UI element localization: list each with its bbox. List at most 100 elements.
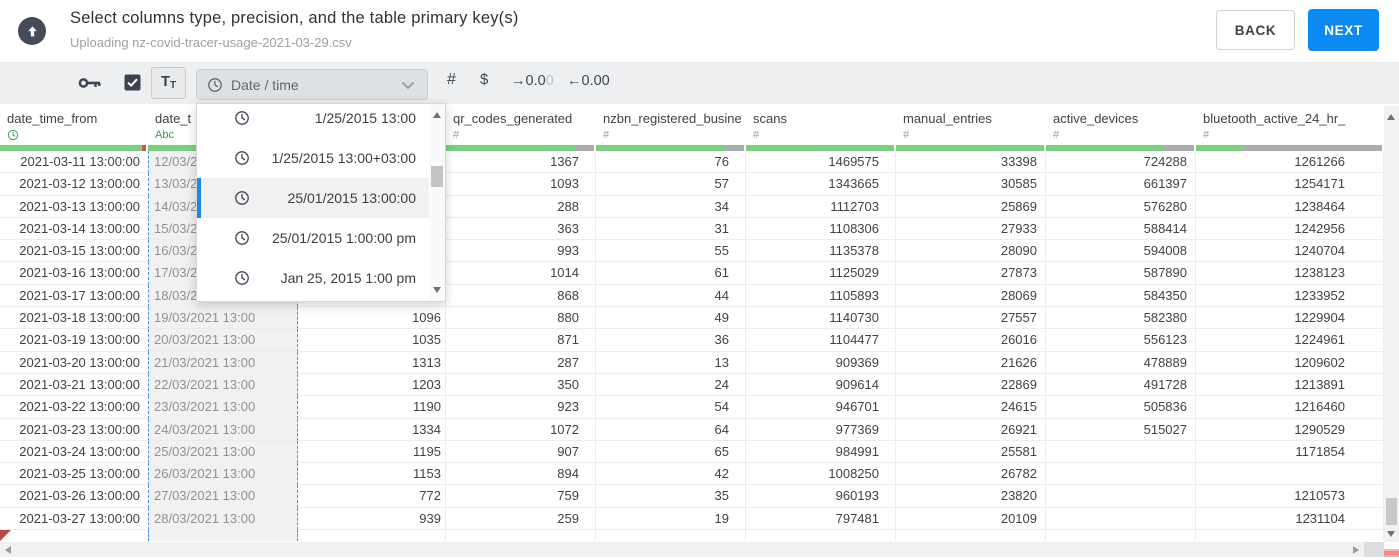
- cell[interactable]: 27557: [896, 307, 1046, 330]
- cell[interactable]: [0, 530, 148, 542]
- column-header-scans[interactable]: scans #: [746, 104, 896, 151]
- cell[interactable]: 36: [596, 329, 746, 352]
- cell[interactable]: 1224961: [1196, 329, 1384, 352]
- vertical-scrollbar[interactable]: [1384, 106, 1399, 542]
- cell[interactable]: 26/03/2021 13:00: [148, 463, 298, 486]
- type-dropdown[interactable]: Date / time: [196, 69, 428, 100]
- format-option[interactable]: Jan 25, 2015 1:00 pm: [197, 258, 429, 298]
- cell[interactable]: 661397: [1046, 173, 1196, 196]
- cell[interactable]: 22869: [896, 373, 1046, 397]
- cell[interactable]: 287: [446, 351, 596, 374]
- cell[interactable]: 2021-03-18 13:00:00: [0, 307, 148, 330]
- cell[interactable]: 21626: [896, 351, 1046, 374]
- cell[interactable]: 23820: [896, 485, 1046, 508]
- scroll-right-icon[interactable]: [1353, 546, 1359, 554]
- cell[interactable]: 1233952: [1196, 284, 1384, 308]
- cell[interactable]: 880: [446, 307, 596, 330]
- cell[interactable]: 984991: [746, 440, 896, 464]
- cell[interactable]: 2021-03-15 13:00:00: [0, 240, 148, 263]
- cell[interactable]: 1469575: [746, 151, 896, 174]
- cell[interactable]: 31: [596, 217, 746, 241]
- cell[interactable]: 1035: [298, 329, 446, 352]
- cell[interactable]: 587890: [1046, 262, 1196, 285]
- scroll-up-icon[interactable]: [1387, 114, 1395, 120]
- cell[interactable]: 25869: [896, 195, 1046, 218]
- cell[interactable]: 505836: [1046, 396, 1196, 419]
- column-header-date_time_from[interactable]: date_time_from: [0, 104, 148, 151]
- cell[interactable]: 1093: [446, 173, 596, 196]
- cell[interactable]: 797481: [746, 507, 896, 531]
- format-option-selected[interactable]: 25/01/2015 13:00:00: [197, 178, 429, 218]
- cell[interactable]: 1112703: [746, 195, 896, 218]
- cell[interactable]: 491728: [1046, 373, 1196, 397]
- cell[interactable]: 55: [596, 240, 746, 263]
- cell[interactable]: 1367: [446, 151, 596, 174]
- scroll-down-icon[interactable]: [1387, 531, 1395, 537]
- cell[interactable]: 1229904: [1196, 307, 1384, 330]
- cell[interactable]: 2021-03-16 13:00:00: [0, 262, 148, 285]
- cell[interactable]: 2021-03-22 13:00:00: [0, 396, 148, 419]
- dropdown-scrollbar[interactable]: [429, 104, 445, 301]
- cell[interactable]: 1242956: [1196, 217, 1384, 241]
- cell[interactable]: 26016: [896, 329, 1046, 352]
- checked-checkbox-icon[interactable]: [124, 74, 141, 96]
- number-type-button[interactable]: #: [447, 71, 456, 89]
- cell[interactable]: 515027: [1046, 418, 1196, 441]
- cell[interactable]: 1008250: [746, 463, 896, 486]
- cell[interactable]: 1153: [298, 463, 446, 486]
- cell[interactable]: 26782: [896, 463, 1046, 486]
- cell[interactable]: 759: [446, 485, 596, 508]
- cell[interactable]: 24: [596, 373, 746, 397]
- next-button[interactable]: NEXT: [1308, 9, 1379, 51]
- cell[interactable]: 2021-03-19 13:00:00: [0, 329, 148, 352]
- cell[interactable]: 1171854: [1196, 440, 1384, 464]
- cell[interactable]: 26921: [896, 418, 1046, 441]
- cell[interactable]: 363: [446, 217, 596, 241]
- cell[interactable]: 1238123: [1196, 262, 1384, 285]
- cell[interactable]: 2021-03-11 13:00:00: [0, 151, 148, 174]
- cell[interactable]: 1261266: [1196, 151, 1384, 174]
- cell[interactable]: 772: [298, 485, 446, 508]
- format-option[interactable]: 1/25/2015 13:00: [197, 104, 429, 138]
- cell[interactable]: 724288: [1046, 151, 1196, 174]
- cell[interactable]: [596, 530, 746, 542]
- cell[interactable]: 65: [596, 440, 746, 464]
- cell[interactable]: 1238464: [1196, 195, 1384, 218]
- cell[interactable]: 478889: [1046, 351, 1196, 374]
- cell[interactable]: 57: [596, 173, 746, 196]
- cell[interactable]: 22/03/2021 13:00: [148, 373, 298, 397]
- cell[interactable]: 582380: [1046, 307, 1196, 330]
- cell[interactable]: 27873: [896, 262, 1046, 285]
- format-option[interactable]: 1/25/2015 13:00+03:00: [197, 138, 429, 178]
- cell[interactable]: 871: [446, 329, 596, 352]
- cell[interactable]: 2021-03-27 13:00:00: [0, 508, 148, 531]
- cell[interactable]: 28/03/2021 13:00: [148, 507, 298, 531]
- cell[interactable]: 594008: [1046, 240, 1196, 263]
- text-type-button[interactable]: T T: [151, 67, 186, 99]
- cell[interactable]: 1195: [298, 440, 446, 464]
- cell[interactable]: 49: [596, 307, 746, 330]
- cell[interactable]: [298, 530, 446, 542]
- cell[interactable]: 1209602: [1196, 351, 1384, 374]
- cell[interactable]: 25/03/2021 13:00: [148, 440, 298, 464]
- cell[interactable]: 2021-03-14 13:00:00: [0, 218, 148, 241]
- scroll-up-icon[interactable]: [433, 112, 441, 118]
- cell[interactable]: 1231104: [1196, 507, 1384, 531]
- cell[interactable]: 350: [446, 373, 596, 397]
- cell[interactable]: 946701: [746, 396, 896, 419]
- cell[interactable]: 27/03/2021 13:00: [148, 485, 298, 508]
- dropdown-scrollbar-thumb[interactable]: [431, 166, 443, 187]
- cell[interactable]: [1046, 463, 1196, 486]
- currency-type-button[interactable]: $: [480, 71, 488, 88]
- cell[interactable]: 584350: [1046, 284, 1196, 308]
- cell[interactable]: 23/03/2021 13:00: [148, 396, 298, 419]
- cell[interactable]: 2021-03-26 13:00:00: [0, 485, 148, 508]
- cell[interactable]: 259: [446, 507, 596, 531]
- cell[interactable]: 19: [596, 507, 746, 531]
- cell[interactable]: [896, 530, 1046, 542]
- cell[interactable]: 1290529: [1196, 418, 1384, 441]
- column-header-bluetooth_active_24_hr_[interactable]: bluetooth_active_24_hr_ #: [1196, 104, 1384, 151]
- cell[interactable]: 1240704: [1196, 240, 1384, 263]
- horizontal-scrollbar[interactable]: [0, 542, 1384, 557]
- cell[interactable]: 42: [596, 463, 746, 486]
